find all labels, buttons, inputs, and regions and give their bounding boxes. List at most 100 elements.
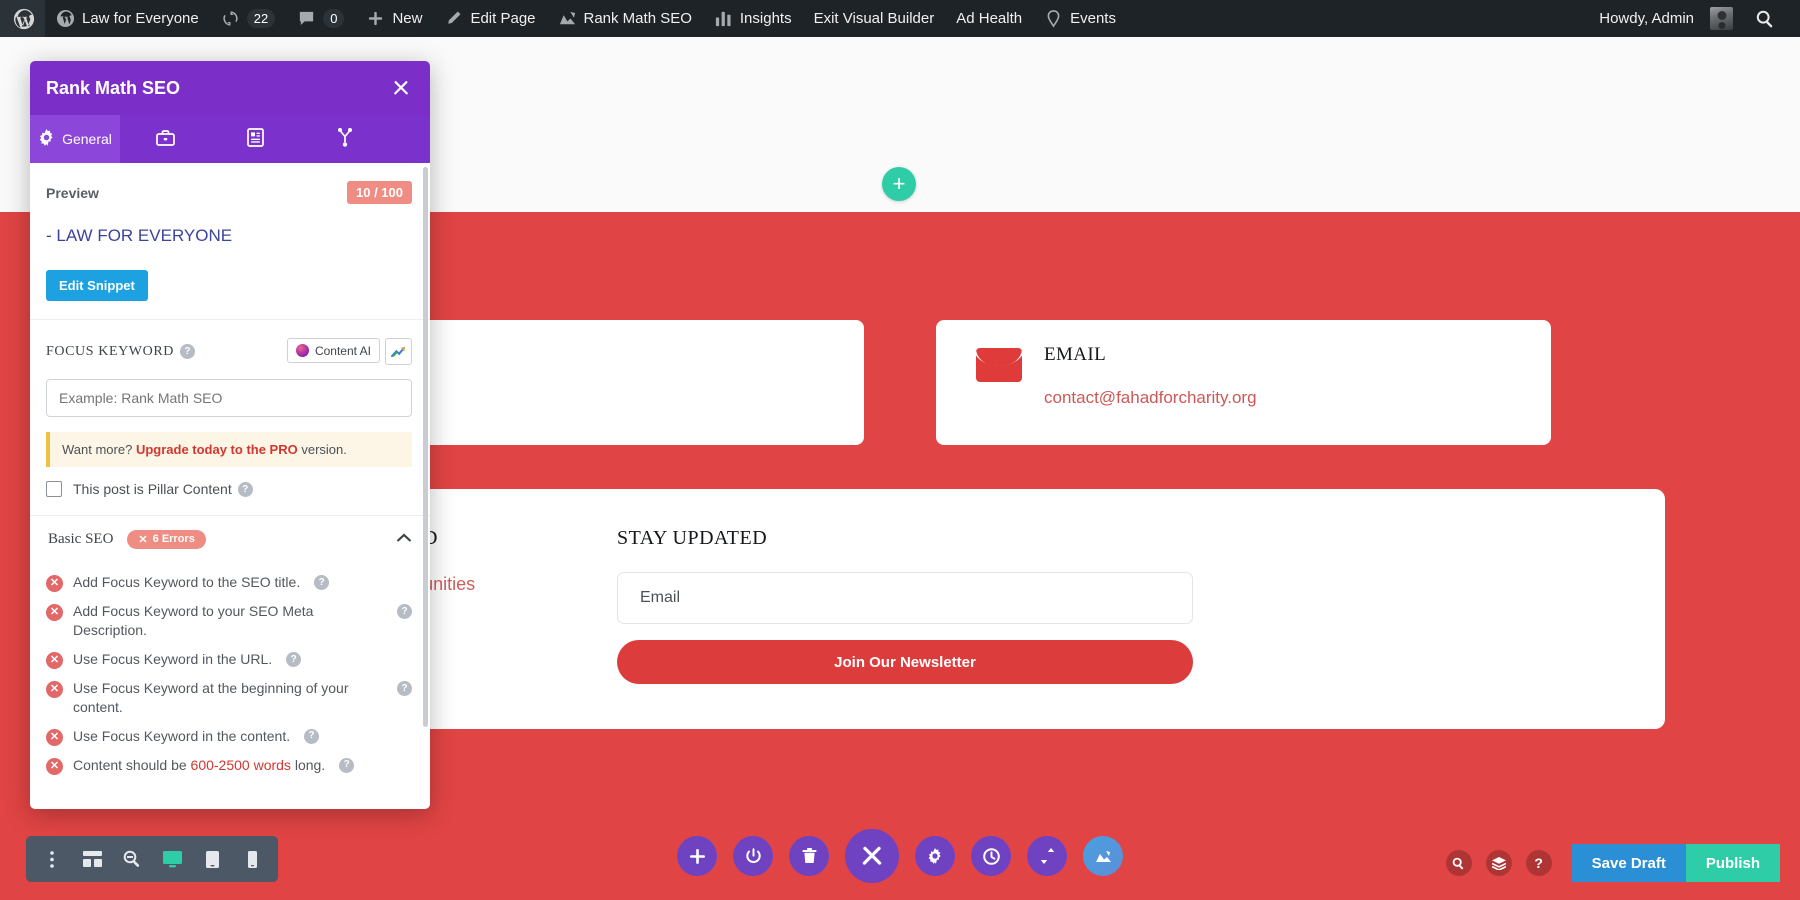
pillar-content-checkbox[interactable] — [46, 481, 62, 497]
error-icon: ✕ — [46, 757, 63, 775]
admin-bar-ad-health[interactable]: Ad Health — [945, 0, 1033, 37]
error-icon: ✕ — [46, 575, 63, 592]
content-ai-button[interactable]: Content AI — [286, 338, 380, 363]
sort-arrows-button[interactable] — [1027, 836, 1067, 876]
admin-bar-exit-visual-builder[interactable]: Exit Visual Builder — [803, 0, 946, 37]
close-icon[interactable] — [388, 75, 414, 101]
site-icon — [56, 9, 75, 28]
edit-snippet-button[interactable]: Edit Snippet — [46, 270, 148, 301]
seo-check-item: ✕ Use Focus Keyword in the URL. ? — [46, 645, 412, 674]
admin-bar-edit-page-label: Edit Page — [470, 10, 536, 27]
seo-check-help-icon[interactable]: ? — [397, 604, 412, 619]
admin-bar-my-account[interactable]: Howdy, Admin — [1588, 0, 1744, 37]
more-vertical-icon[interactable] — [32, 836, 72, 882]
seo-check-help-icon[interactable]: ? — [314, 575, 330, 590]
divi-left-toolbar — [26, 836, 278, 882]
rank-math-scroll-area: Preview 10 / 100 - LAW FOR EVERYONE Edit… — [30, 163, 430, 809]
seo-check-text: Add Focus Keyword to your SEO Meta Descr… — [73, 603, 314, 638]
basic-seo-errors-badge: ✕ 6 Errors — [127, 529, 206, 549]
seo-check-help-icon[interactable]: ? — [339, 757, 355, 773]
pillar-content-help-icon[interactable]: ? — [237, 481, 253, 497]
pillar-content-row: This post is Pillar Content ? — [46, 481, 412, 497]
admin-bar-insights-label: Insights — [739, 10, 792, 27]
error-icon: ✕ — [46, 604, 63, 621]
add-row-button[interactable]: + — [882, 167, 916, 201]
rank-math-title: Rank Math SEO — [46, 77, 181, 98]
search-icon[interactable] — [1445, 850, 1472, 876]
trending-up-icon[interactable] — [385, 338, 412, 365]
desktop-icon[interactable] — [152, 836, 192, 882]
tab-schema[interactable] — [210, 115, 300, 163]
chevron-up-icon[interactable] — [396, 530, 412, 548]
admin-bar-site-name[interactable]: Law for Everyone — [45, 0, 210, 37]
admin-bar-right: Howdy, Admin — [1588, 0, 1800, 37]
focus-keyword-input[interactable] — [46, 379, 412, 417]
comments-icon — [297, 9, 316, 28]
schema-icon — [246, 128, 264, 150]
upgrade-pro-link[interactable]: Upgrade today to the PRO — [136, 442, 298, 457]
history-clock-button[interactable] — [971, 836, 1011, 876]
notice-suffix: version. — [297, 442, 347, 457]
close-builder-button[interactable] — [845, 829, 899, 883]
briefcase-icon — [155, 129, 175, 150]
pro-upgrade-notice: Want more? Upgrade today to the PRO vers… — [46, 432, 412, 467]
rank-math-body: Preview 10 / 100 - LAW FOR EVERYONE Edit… — [30, 163, 430, 809]
power-button[interactable] — [733, 836, 773, 876]
avatar — [1710, 7, 1733, 30]
save-draft-button[interactable]: Save Draft — [1571, 844, 1686, 882]
layers-icon[interactable] — [1485, 850, 1512, 876]
trash-button[interactable] — [789, 836, 829, 876]
error-icon: ✕ — [46, 680, 63, 698]
howdy-label: Howdy, Admin — [1599, 10, 1694, 27]
email-card-label: EMAIL — [1044, 344, 1107, 365]
admin-bar-comments[interactable]: 0 — [286, 0, 355, 37]
admin-bar-events[interactable]: Events — [1033, 0, 1127, 37]
wordpress-logo-icon[interactable] — [0, 0, 45, 37]
preview-label: Preview — [46, 184, 99, 201]
focus-keyword-help-icon[interactable]: ? — [179, 344, 195, 359]
seo-check-help-icon[interactable]: ? — [397, 680, 412, 696]
admin-bar-new[interactable]: New — [355, 0, 433, 37]
admin-bar-updates[interactable]: 22 — [210, 0, 286, 37]
content-ai-label: Content AI — [314, 343, 371, 358]
tablet-icon[interactable] — [192, 836, 232, 882]
phone-icon[interactable] — [232, 836, 272, 882]
email-card-value[interactable]: contact@fahadforcharity.org — [1044, 388, 1257, 408]
tab-advanced[interactable] — [120, 115, 210, 163]
rank-math-header: Rank Math SEO — [30, 61, 430, 115]
publish-button[interactable]: Publish — [1685, 844, 1780, 882]
plus-icon — [366, 9, 385, 28]
divi-center-toolbar — [677, 826, 1123, 886]
wireframe-icon[interactable] — [72, 836, 112, 882]
focus-keyword-section: FOCUS KEYWORD ? Content AI Want mor — [30, 320, 430, 516]
divi-right-toolbar: ? Save Draft Publish — [1445, 844, 1780, 882]
rankmath-icon[interactable] — [1083, 836, 1123, 876]
help-question-icon[interactable]: ? — [1525, 850, 1552, 876]
basic-seo-header[interactable]: Basic SEO ✕ 6 Errors — [30, 516, 430, 562]
admin-bar-edit-page[interactable]: Edit Page — [433, 0, 546, 37]
seo-check-help-icon[interactable]: ? — [304, 728, 320, 744]
basic-seo-checks: ✕ Add Focus Keyword to the SEO title. ? … — [30, 562, 430, 790]
bar-chart-icon — [714, 9, 733, 28]
comments-count: 0 — [323, 9, 345, 28]
save-publish-group: Save Draft Publish — [1571, 844, 1780, 882]
error-x-icon: ✕ — [138, 533, 148, 546]
panel-scrollbar[interactable] — [423, 167, 428, 727]
tab-general[interactable]: General — [30, 115, 120, 163]
seo-check-help-icon[interactable]: ? — [286, 651, 302, 667]
admin-bar-rank-math[interactable]: Rank Math SEO — [547, 0, 703, 37]
seo-check-text: Use Focus Keyword in the URL. — [73, 650, 273, 667]
tab-general-label: General — [62, 131, 112, 147]
join-newsletter-button[interactable]: Join Our Newsletter — [617, 640, 1193, 684]
wp-admin-bar: Law for Everyone 22 0 New Edit Page Rank… — [0, 0, 1800, 37]
newsletter-email-input[interactable]: Email — [617, 572, 1193, 624]
settings-gear-button[interactable] — [915, 836, 955, 876]
search-icon[interactable] — [1744, 0, 1786, 37]
seo-check-item: ✕ Use Focus Keyword in the content. ? — [46, 722, 412, 751]
add-section-button[interactable] — [677, 836, 717, 876]
basic-seo-errors-label: 6 Errors — [152, 533, 195, 545]
seo-check-text: Content should be 600-2500 words long. — [73, 756, 326, 773]
zoom-out-icon[interactable] — [112, 836, 152, 882]
admin-bar-insights[interactable]: Insights — [703, 0, 803, 37]
tab-social[interactable] — [300, 115, 390, 163]
